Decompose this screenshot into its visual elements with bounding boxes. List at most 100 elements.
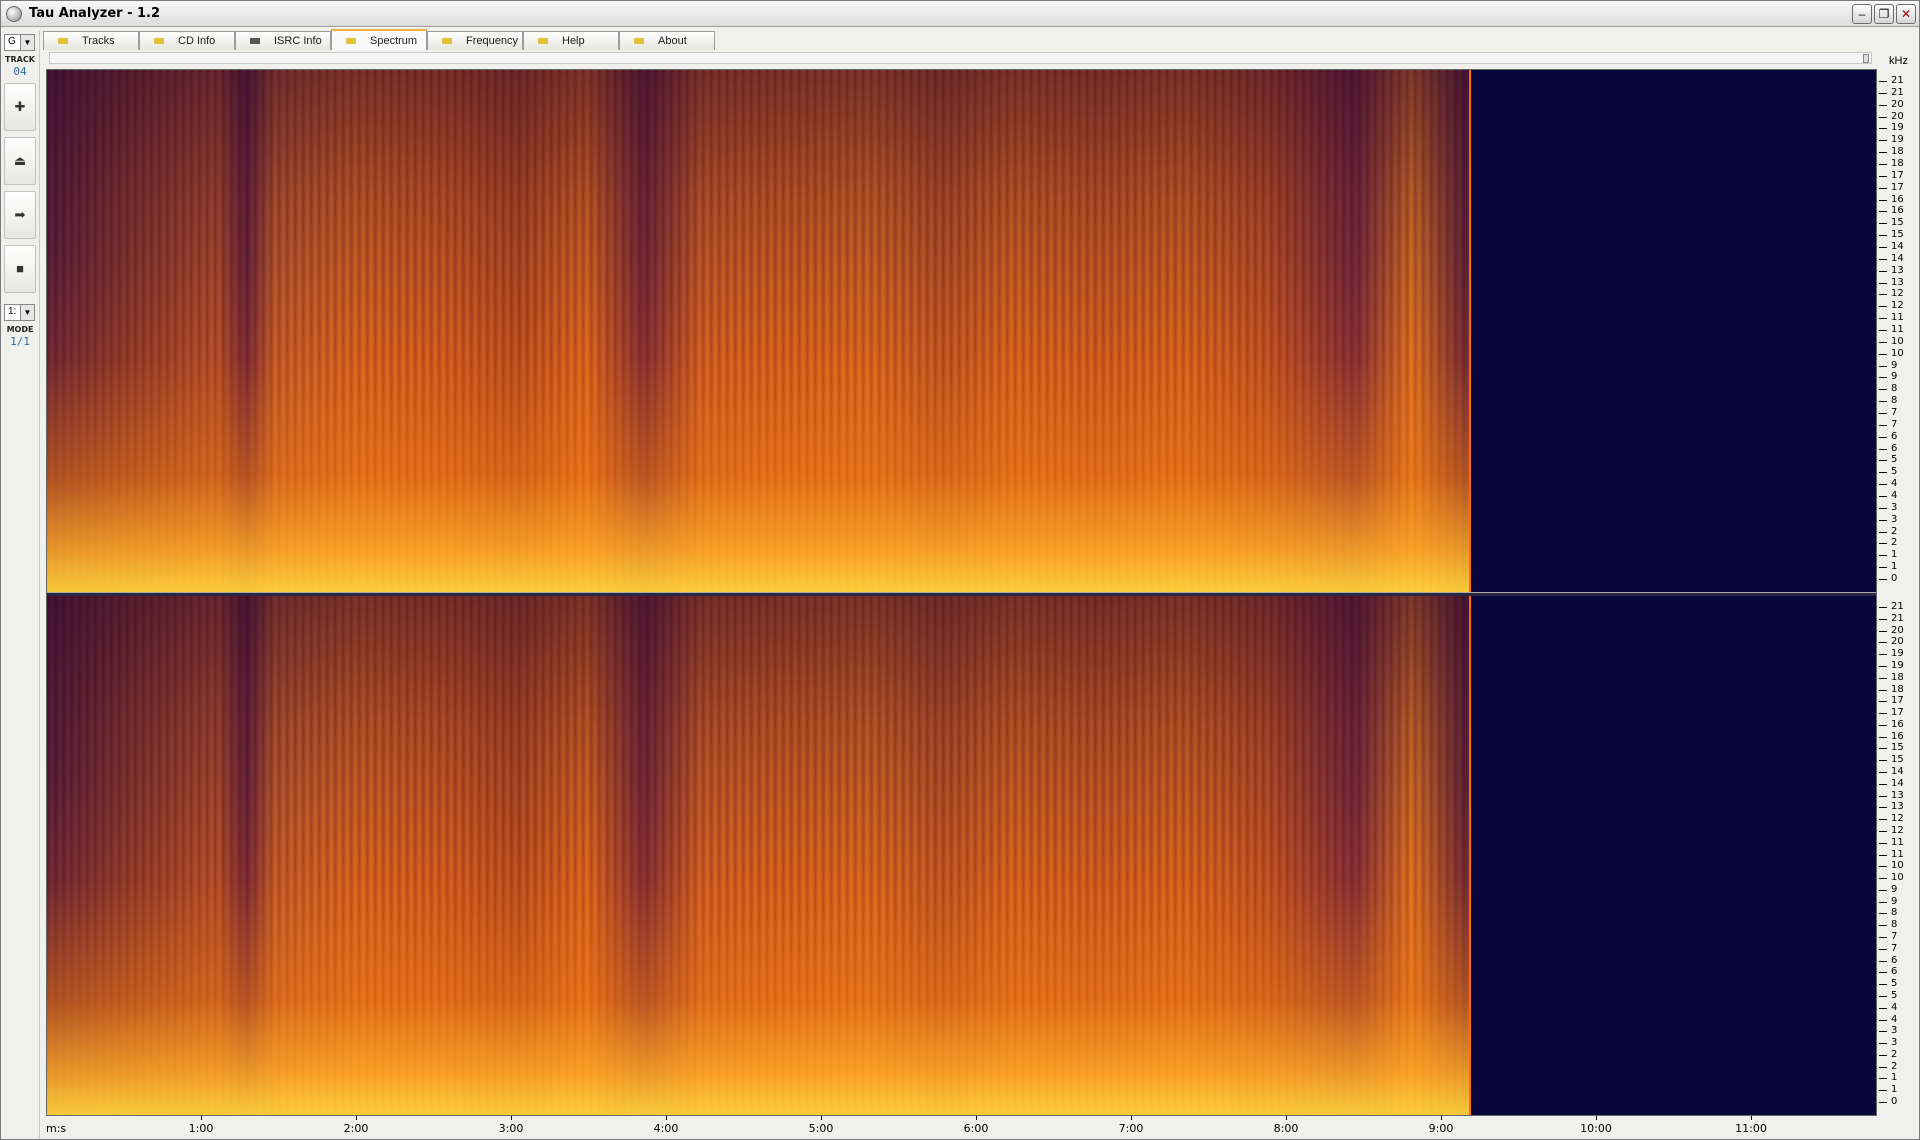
khz-tick-label: 16	[1891, 193, 1904, 205]
khz-tick-mark	[1879, 901, 1887, 903]
tab-flag-icon	[250, 38, 260, 44]
scroll-thumb[interactable]	[1863, 54, 1869, 63]
tab-isrc-info[interactable]: ISRC Info	[235, 31, 331, 50]
time-tick-mark	[201, 1116, 202, 1120]
time-tick-label: 3:00	[498, 1122, 524, 1135]
khz-tick-mark	[1879, 519, 1887, 521]
khz-tick-mark	[1879, 866, 1887, 868]
time-tick-mark	[666, 1116, 667, 1120]
khz-tick-label: 14	[1891, 252, 1904, 264]
khz-tick-label: 18	[1891, 146, 1904, 158]
khz-tick-mark	[1879, 783, 1887, 785]
khz-tick-mark	[1879, 555, 1887, 557]
khz-tick-mark	[1879, 1043, 1887, 1045]
tab-label: About	[658, 35, 687, 47]
khz-tick-label: 19	[1891, 648, 1904, 660]
khz-tick-mark	[1879, 448, 1887, 450]
khz-tick-label: 13	[1891, 801, 1904, 813]
tab-frequency[interactable]: Frequency	[427, 31, 523, 50]
khz-tick-label: 21	[1891, 86, 1904, 98]
khz-tick-mark	[1879, 677, 1887, 679]
khz-tick-label: 13	[1891, 264, 1904, 276]
chevron-down-icon[interactable]: ▼	[20, 35, 34, 50]
khz-tick-label: 3	[1891, 501, 1898, 513]
mode-select[interactable]: 1: ▼	[4, 304, 35, 321]
khz-tick-mark	[1879, 807, 1887, 809]
khz-tick-label: 2	[1891, 1060, 1898, 1072]
time-tick-label: 1:00	[188, 1122, 214, 1135]
maximize-button[interactable]: ❐	[1874, 4, 1894, 24]
khz-tick-mark	[1879, 579, 1887, 580]
spectrogram-view[interactable]	[46, 69, 1877, 1116]
right-channel-spectrogram[interactable]	[47, 596, 1876, 1115]
next-button[interactable]: ➡	[4, 191, 36, 239]
khz-tick-mark	[1879, 187, 1887, 189]
khz-tick-label: 4	[1891, 490, 1898, 501]
khz-tick-label: 0	[1891, 573, 1898, 584]
spectrogram-image	[47, 70, 1469, 592]
khz-tick-label: 5	[1891, 978, 1898, 990]
add-button[interactable]: ✚	[4, 83, 36, 131]
app-window: Tau Analyzer - 1.2 ‒ ❐ ✕ G ▼ TRACK 04 ✚ …	[0, 0, 1920, 1140]
khz-tick-mark	[1879, 618, 1887, 620]
tab-about[interactable]: About	[619, 31, 715, 50]
khz-tick-label: 13	[1891, 789, 1904, 801]
left-channel-spectrogram[interactable]	[47, 70, 1876, 592]
khz-tick-label: 18	[1891, 683, 1904, 695]
khz-tick-label: 18	[1891, 158, 1904, 169]
tab-cd-info[interactable]: CD Info	[139, 31, 235, 50]
khz-tick-mark	[1879, 223, 1887, 225]
khz-tick-label: 20	[1891, 98, 1904, 110]
khz-tick-label: 3	[1891, 1037, 1898, 1049]
drive-select[interactable]: G ▼	[4, 34, 35, 51]
khz-tick-mark	[1879, 104, 1887, 106]
chevron-down-icon[interactable]: ▼	[20, 305, 34, 320]
khz-tick-label: 11	[1891, 324, 1904, 335]
khz-tick-mark	[1879, 1066, 1887, 1068]
khz-tick-mark	[1879, 164, 1887, 165]
add-icon: ✚	[14, 99, 26, 114]
khz-tick-label: 2	[1891, 525, 1898, 537]
khz-tick-label: 20	[1891, 110, 1904, 122]
khz-tick-mark	[1879, 854, 1887, 856]
khz-tick-mark	[1879, 341, 1887, 343]
khz-tick-mark	[1879, 318, 1887, 320]
khz-tick-mark	[1879, 654, 1887, 656]
drive-select-value: G	[8, 36, 16, 47]
khz-tick-label: 8	[1891, 395, 1898, 407]
stop-button[interactable]: ■	[4, 245, 36, 293]
khz-tick-mark	[1879, 436, 1887, 438]
app-icon[interactable]	[6, 6, 22, 22]
khz-tick-mark	[1879, 247, 1887, 248]
khz-tick-mark	[1879, 460, 1887, 462]
khz-tick-mark	[1879, 642, 1887, 644]
khz-tick-mark	[1879, 795, 1887, 797]
mode-label: MODE	[6, 325, 34, 334]
khz-tick-label: 13	[1891, 276, 1904, 288]
minimize-button[interactable]: ‒	[1852, 4, 1872, 24]
khz-tick-mark	[1879, 819, 1887, 821]
khz-tick-mark	[1879, 1031, 1887, 1033]
eject-button[interactable]: ⏏	[4, 137, 36, 185]
position-scrollbar[interactable]	[49, 52, 1872, 64]
khz-tick-label: 1	[1891, 1084, 1898, 1096]
tab-flag-icon	[442, 38, 452, 44]
khz-tick-mark	[1879, 567, 1887, 569]
khz-tick-label: 1	[1891, 561, 1898, 573]
close-button[interactable]: ✕	[1896, 4, 1916, 24]
frequency-axis: kHz 21 21 20 20 19 19 18 18 17 17 16 16 15 15 14 14 13 13…	[1877, 51, 1919, 1121]
khz-tick-mark	[1879, 960, 1887, 962]
khz-tick-label: 21	[1891, 75, 1904, 86]
khz-tick-mark	[1879, 258, 1887, 260]
khz-tick-mark	[1879, 507, 1887, 509]
tab-label: Help	[562, 35, 585, 47]
khz-tick-label: 15	[1891, 754, 1904, 766]
tab-help[interactable]: Help	[523, 31, 619, 50]
khz-tick-label: 16	[1891, 718, 1904, 730]
tab-spectrum[interactable]: Spectrum	[331, 29, 427, 50]
tab-tracks[interactable]: Tracks	[43, 31, 139, 50]
title-bar[interactable]: Tau Analyzer - 1.2 ‒ ❐ ✕	[1, 1, 1919, 27]
khz-tick-mark	[1879, 140, 1887, 142]
khz-tick-label: 7	[1891, 407, 1898, 418]
khz-tick-label: 20	[1891, 624, 1904, 636]
